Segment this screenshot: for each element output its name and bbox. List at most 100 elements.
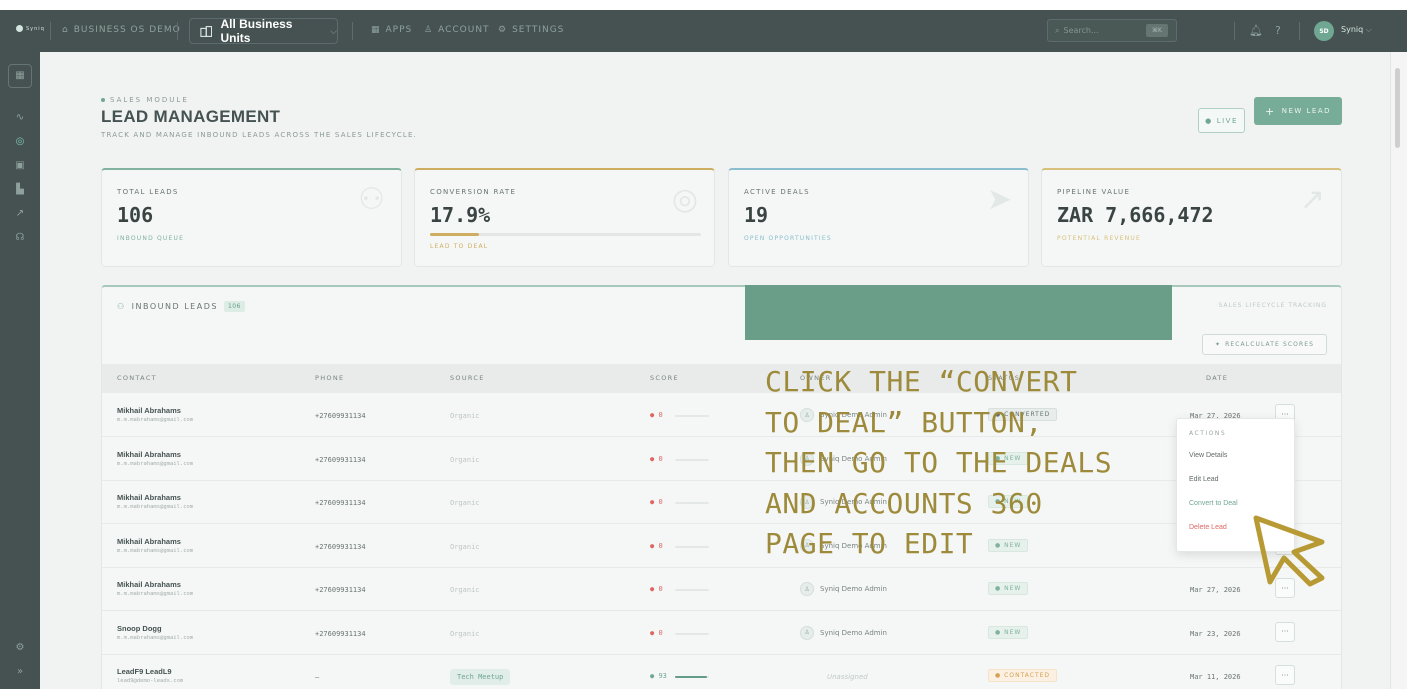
contact-email: m.m.mabrahams@gmail.com [117,460,194,467]
contact-phone: – [315,673,320,681]
table-row[interactable]: Snoop Dogg m.m.mabrahams@gmail.com +276099… [102,612,1341,655]
lead-score: ● 0 [650,541,663,550]
divider [177,22,178,40]
status-badge: ● NEW [988,625,1029,639]
trend-icon[interactable]: ↗ [12,206,28,222]
user-menu[interactable]: Syniq ⌵ [1341,25,1372,35]
lead-score-value: 0 [658,541,663,550]
lead-score: ● 0 [650,628,663,637]
score-bar [675,676,709,678]
stat-caption: INBOUND QUEUE [117,235,185,242]
org-switcher[interactable]: ⌂ BUSINESS OS DEMO [62,25,181,35]
score-bar [675,415,709,417]
headset-icon[interactable]: ☊ [12,230,28,246]
lead-date: Mar 27, 2026 [1190,586,1241,594]
lead-source: Organic [450,542,480,551]
table-row[interactable]: Mikhail Abrahams m.m.mabrahams@gmail.com +… [102,568,1341,611]
stat-value: ZAR 7,666,472 [1057,203,1214,227]
contact-name[interactable]: Snoop Dogg [117,624,162,633]
lead-source: Organic [450,586,480,594]
contact-email: m.m.mabrahams@gmail.com [117,417,194,423]
expand-icon[interactable]: » [12,664,28,680]
contact-name[interactable]: Mikhail Abrahams [117,580,181,589]
recalculate-scores-button[interactable]: ✦ RECALCULATE SCORES [1202,334,1327,355]
column-header[interactable]: DATE [1206,374,1228,382]
more-icon: ··· [1281,627,1289,636]
lead-date: Mar 23, 2026 [1190,629,1241,638]
status-badge: ● NEW [988,582,1029,595]
lead-score-value: 0 [658,585,663,593]
chart-icon[interactable]: ▙ [12,182,28,198]
chevron-down-icon: ⌵ [330,25,337,36]
table-row[interactable]: LeadF9 LeadL9 lead9@demo-leads.com – Tech M… [102,655,1341,689]
column-header[interactable]: SOURCE [450,374,485,382]
column-header[interactable]: CONTACT [117,374,157,382]
logo-text: Syniq [26,25,45,32]
page-subtitle: TRACK AND MANAGE INBOUND LEADS ACROSS TH… [101,131,417,139]
conversion-progress [430,233,701,236]
buildings-icon [200,25,213,37]
contact-name[interactable]: Mikhail Abrahams [117,537,181,546]
lead-score: ● 0 [650,454,663,463]
lead-count-badge: 106 [223,301,245,312]
scrollbar-thumb[interactable] [1395,68,1400,148]
contact-name[interactable]: Mikhail Abrahams [117,406,181,415]
panel-right-label: SALES LIFECYCLE TRACKING [1218,302,1327,309]
panel-title: ⚇ INBOUND LEADS 106 [117,301,245,312]
nav-settings[interactable]: ⚙ SETTINGS [498,25,564,35]
nav-apps[interactable]: ▦ APPS [371,25,412,35]
lead-score: ● 0 [650,585,663,593]
panel-title-label: INBOUND LEADS [131,302,218,311]
row-actions-button[interactable]: ··· [1275,665,1295,685]
users-icon: ⚇ [117,302,126,311]
lead-score-value: 0 [658,454,663,463]
sidebar: ▦ ∿ ◎ ▣ ▙ ↗ ☊ ⚙ » [0,52,40,689]
search-shortcut: ⌘K [1146,24,1168,37]
wallet-icon[interactable]: ▣ [12,158,28,174]
owner-avatar-icon: ♙ [800,625,814,640]
logo[interactable]: Syniq [16,25,45,32]
nav-settings-label: SETTINGS [512,25,565,35]
contact-name[interactable]: LeadF9 LeadL9 [117,667,172,676]
activity-icon[interactable]: ∿ [12,110,28,126]
menu-item-edit-lead[interactable]: Edit Lead [1189,476,1219,483]
contact-name[interactable]: Mikhail Abrahams [117,450,181,459]
live-badge: ● LIVE [1198,108,1245,133]
contact-phone: +27609931134 [315,629,366,638]
users-icon: ⚇ [358,182,385,217]
lead-score-value: 0 [658,411,663,419]
status-badge: ● CONTACTED [988,669,1058,682]
owner-name: Syniq Demo Admin [820,585,887,593]
contact-email: m.m.mabrahams@gmail.com [117,634,194,641]
column-header[interactable]: PHONE [315,374,344,382]
target-icon[interactable]: ◎ [12,134,28,150]
menu-item-delete-lead[interactable]: Delete Lead [1189,524,1227,531]
row-actions-button[interactable]: ··· [1275,621,1295,642]
logo-mark-icon [16,25,23,32]
stat-card-pipeline-value: PIPELINE VALUE ZAR 7,666,472 POTENTIAL R… [1041,168,1342,267]
chevron-down-icon: ⌵ [1365,25,1372,34]
menu-item-view-details[interactable]: View Details [1189,452,1227,459]
divider [1299,22,1300,40]
business-unit-selector[interactable]: All Business Units ⌵ [189,17,338,45]
contact-name[interactable]: Mikhail Abrahams [117,493,181,502]
status-label: NEW [1004,628,1022,636]
avatar[interactable]: SD [1314,21,1334,41]
gear-icon[interactable]: ⚙ [12,640,28,656]
lead-date: Mar 11, 2026 [1190,673,1241,681]
bell-icon[interactable]: 🔔︎ [1249,24,1264,37]
apps-grid-icon[interactable]: ▦ [8,64,32,88]
lead-score-value: 0 [658,628,663,637]
lead-score-value: 93 [658,672,667,680]
nav-account[interactable]: ♙ ACCOUNT [424,25,490,35]
help-icon[interactable]: ? [1275,24,1282,37]
stat-card-conversion-rate: CONVERSION RATE 17.9% LEAD TO DEAL ◎ [414,168,715,267]
stat-value: 106 [117,203,154,227]
column-header[interactable]: SCORE [650,374,679,382]
pointer-arrow-icon [1253,515,1325,587]
scrollbar[interactable] [1390,52,1407,689]
new-lead-button[interactable]: + NEW LEAD [1254,97,1342,125]
search-input[interactable]: ⌕ Search... ⌘K [1047,19,1177,42]
menu-item-convert-to-deal[interactable]: Convert to Deal [1189,500,1238,507]
stat-caption: OPEN OPPORTUNITIES [744,235,832,242]
